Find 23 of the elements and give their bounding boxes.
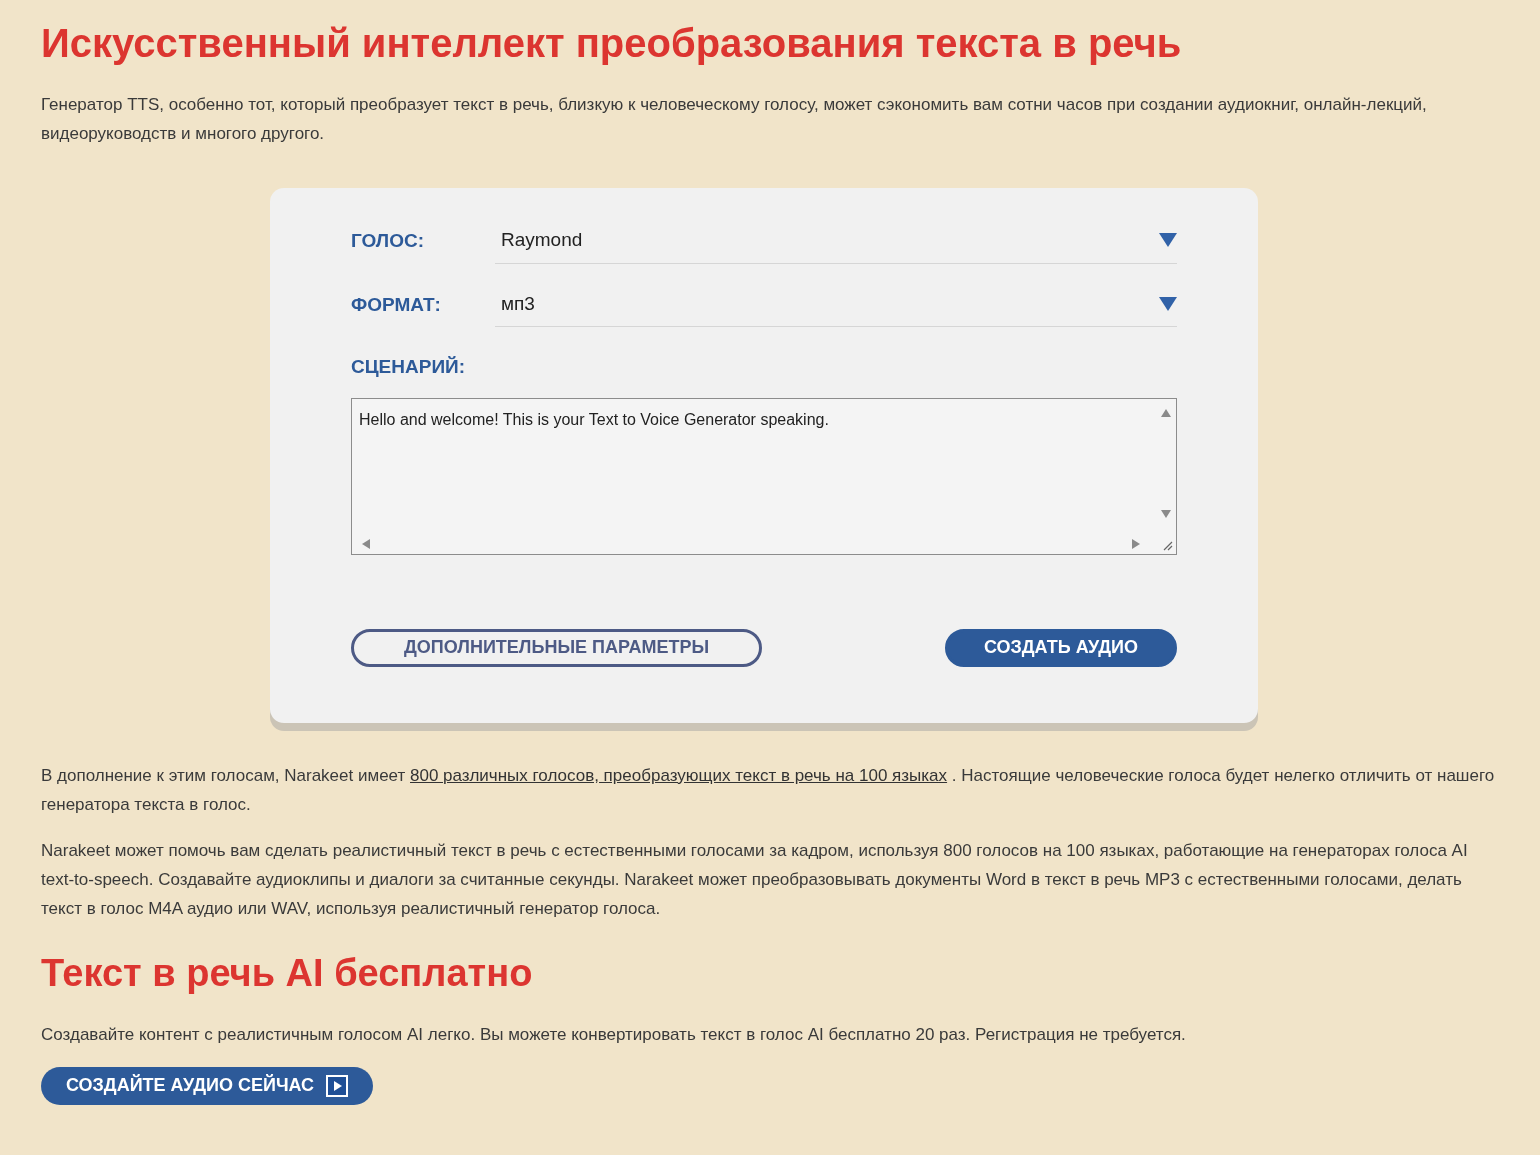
- intro-paragraph: Генератор TTS, особенно тот, который преобразует текст в речь, близкую к человеческому голосу, может сэкономить вам сотни часов при создании аудиокниг, онлайн-лекций, видеоруководств и многого другого.: [41, 94, 1428, 145]
- dropdown-caret-icon: [1159, 296, 1177, 311]
- page-title: Искусственный интеллект преобразования текста в речь: [41, 20, 1183, 67]
- script-field[interactable]: Hello and welcome! This is your Text to Voice Generator speaking.: [351, 397, 1177, 555]
- field-label: ФОРМАТ:: [351, 292, 442, 317]
- scroll-up-icon[interactable]: [1161, 408, 1171, 419]
- scroll-left-icon[interactable]: [362, 538, 372, 549]
- create-audio-button[interactable]: СОЗДАТЬ АУДИО: [945, 628, 1177, 667]
- field-label: СЦЕНАРИЙ:: [351, 355, 467, 379]
- voices-link[interactable]: 800 различных голосов, преобразующих текст в речь на 100 языках: [410, 765, 948, 785]
- section-title: Текст в речь AI бесплатно: [41, 950, 534, 996]
- scroll-right-icon[interactable]: [1132, 538, 1142, 549]
- select-field[interactable]: Raymond: [495, 226, 1177, 264]
- play-icon: [326, 1074, 349, 1097]
- scroll-down-icon[interactable]: [1161, 509, 1171, 520]
- select-field[interactable]: мп3: [495, 289, 1177, 327]
- create-audio-now-button[interactable]: СОЗДАЙТЕ АУДИО СЕЙЧАС: [41, 1066, 374, 1105]
- voices-paragraph: В дополнение к этим голосам, Narakeet имеет 800 различных голосов, преобразующих текст в речь на 100 языках . Настоящие человеческие голоса будет нелегко отличить от нашего генератора текста в голос.: [41, 764, 1496, 816]
- dropdown-caret-icon: [1159, 233, 1177, 248]
- field-label: ГОЛОС:: [351, 229, 425, 253]
- description-paragraph: Narakeet может помочь вам сделать реалистичный текст в речь с естественными голосами за кадром, используя 800 голосов на 100 языках, работающие на генераторах голоса AI text-to-speech. Создавайте аудиоклипы и диалоги за считанные секунды. Narakeet может преобразовывать документы Word в текст в речь MP3 с естественными голосами, делать текст в голос M4A аудио или WAV, используя реалистичный генератор голоса.: [41, 839, 1469, 920]
- options-button[interactable]: ДОПОЛНИТЕЛЬНЫЕ ПАРАМЕТРЫ: [351, 628, 762, 667]
- free-paragraph: Создавайте контент с реалистичным голосом AI легко. Вы можете конвертировать текст в голос AI бесплатно 20 раз. Регистрация не требуется.: [41, 1023, 1187, 1046]
